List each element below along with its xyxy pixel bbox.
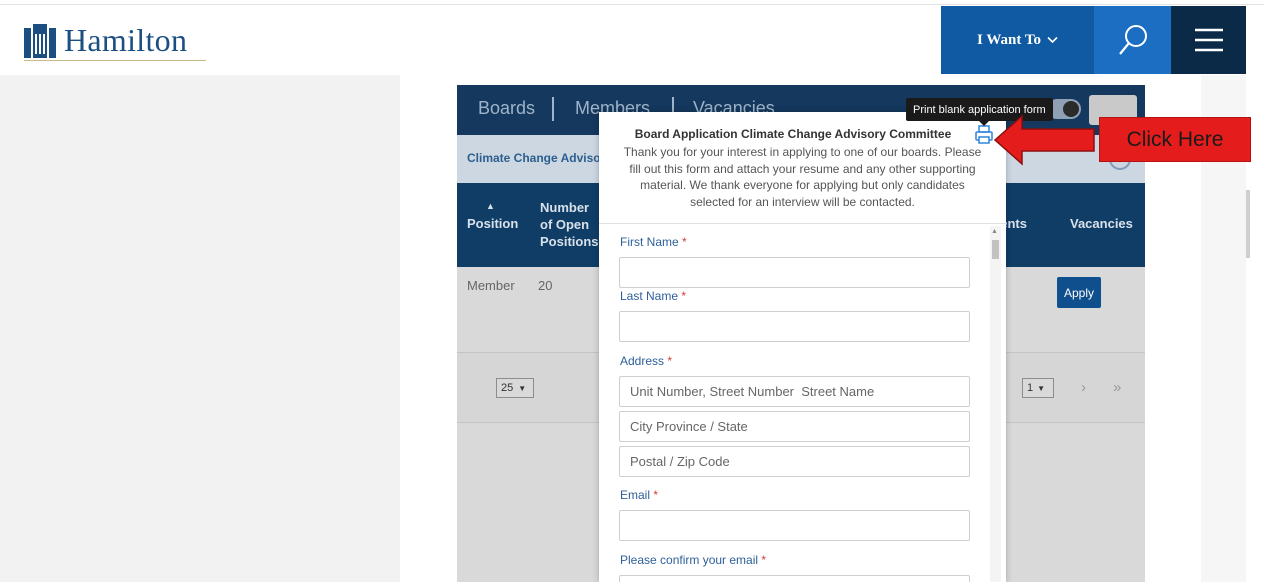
first-name-label: First Name *	[620, 235, 687, 249]
modal-title: Board Application Climate Change Advisor…	[634, 127, 952, 141]
column-position[interactable]: Position	[467, 216, 518, 231]
column-vacancies[interactable]: Vacancies	[1070, 216, 1133, 231]
hamburger-menu-icon	[1194, 28, 1223, 52]
page-size-value: 25	[501, 382, 514, 394]
i-want-to-label: I Want To	[977, 31, 1041, 48]
search-icon	[1118, 25, 1147, 55]
scroll-up-icon[interactable]: ▲	[991, 228, 998, 235]
modal-intro: Thank you for your interest in applying …	[623, 145, 982, 209]
chevron-down-icon	[1047, 36, 1058, 44]
logo-text: Hamilton	[64, 22, 188, 58]
modal-divider	[599, 223, 1006, 224]
apply-button[interactable]: Apply	[1057, 277, 1101, 308]
page-size-select[interactable]: 25 ▼	[496, 378, 534, 398]
modal-scrollbar[interactable]	[990, 226, 1001, 582]
chevron-down-icon: ▼	[1037, 383, 1046, 393]
tooltip-tail	[979, 121, 989, 126]
search-button[interactable]	[1094, 6, 1171, 74]
page-value: 1	[1027, 382, 1034, 394]
last-name-label: Last Name *	[620, 289, 687, 303]
city-province-input[interactable]	[619, 411, 970, 442]
email-label: Email *	[620, 488, 659, 502]
i-want-to-button[interactable]: I Want To	[941, 6, 1094, 74]
confirm-email-label: Please confirm your email *	[620, 553, 767, 567]
top-strip	[0, 0, 1264, 5]
last-name-input[interactable]	[619, 311, 970, 342]
page-scrollbar[interactable]	[1246, 190, 1250, 258]
hamilton-logo[interactable]: Hamilton	[24, 22, 187, 59]
first-name-input[interactable]	[619, 257, 970, 288]
tab-divider	[552, 97, 554, 121]
email-input[interactable]	[619, 510, 970, 541]
address-label: Address *	[620, 354, 673, 368]
red-arrow-icon	[993, 114, 1095, 166]
postal-code-input[interactable]	[619, 446, 970, 477]
page-select[interactable]: 1 ▼	[1022, 378, 1054, 398]
logo-underline	[24, 60, 206, 61]
click-here-annotation: Click Here	[1099, 117, 1251, 162]
row-position: Member	[467, 278, 515, 293]
address-line-input[interactable]	[619, 376, 970, 407]
modal-scroll-thumb[interactable]	[992, 240, 999, 259]
chevron-down-icon: ▼	[518, 383, 527, 393]
tab-boards[interactable]: Boards	[478, 98, 535, 119]
confirm-email-input[interactable]	[619, 575, 970, 582]
city-hall-icon	[24, 23, 56, 58]
menu-button[interactable]	[1171, 6, 1246, 74]
next-page-button[interactable]: ›	[1081, 379, 1086, 396]
left-panel	[0, 75, 400, 582]
application-modal: Board Application Climate Change Advisor…	[599, 112, 1006, 582]
sort-up-icon[interactable]: ▲	[486, 201, 495, 211]
printer-icon[interactable]	[975, 125, 993, 145]
column-open-positions[interactable]: Number of Open Positions	[540, 199, 600, 250]
row-open-positions: 20	[538, 278, 553, 293]
last-page-button[interactable]: »	[1113, 379, 1121, 396]
